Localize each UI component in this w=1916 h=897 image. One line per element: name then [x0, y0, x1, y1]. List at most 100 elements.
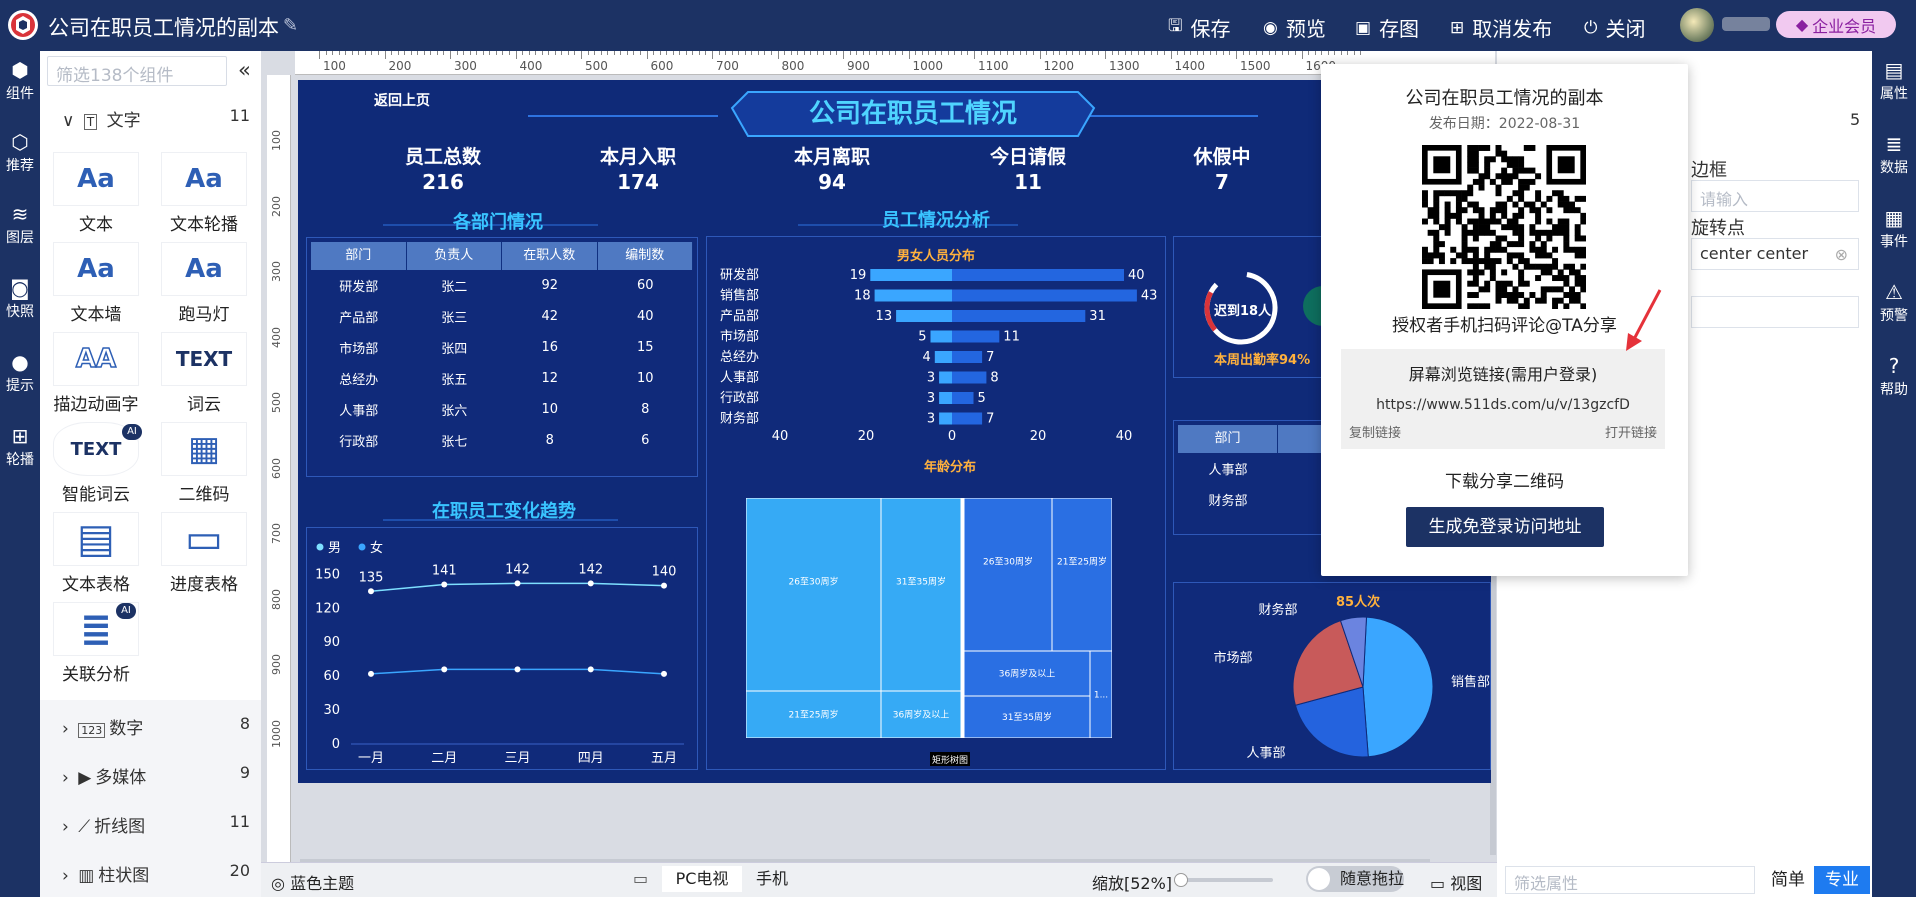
category-number[interactable]: › 123 数字 8 [62, 714, 250, 739]
qr-module [1574, 207, 1581, 214]
share-url[interactable]: https://www.511ds.com/u/v/13gzcfD [1341, 397, 1665, 413]
property-input[interactable] [1691, 296, 1859, 328]
rotate-select[interactable]: center center ⊗ [1691, 238, 1859, 270]
rail-item-recommend[interactable]: ⬡ 推荐 [0, 129, 40, 175]
component-word-cloud[interactable]: TEXT 词云 [158, 332, 250, 415]
save-button[interactable]: 🖫 保存 [1168, 13, 1230, 42]
rail-item-snapshot[interactable]: ◙ 快照 [0, 275, 40, 321]
qr-module [1529, 241, 1536, 248]
zoom-slider[interactable] [1174, 873, 1273, 887]
qr-module [1489, 178, 1496, 185]
download-qrcode-link[interactable]: 下载分享二维码 [1321, 467, 1688, 492]
bar-category-label: 总经办 [720, 350, 759, 365]
qr-module [1512, 263, 1519, 270]
qr-module [1489, 156, 1496, 163]
bar-value-label: 43 [1141, 289, 1158, 304]
qr-module [1512, 167, 1519, 174]
qr-module [1569, 201, 1575, 208]
qr-module [1478, 145, 1485, 151]
rail-item-components[interactable]: ⬢ 组件 [0, 57, 40, 103]
qr-module [1489, 218, 1496, 225]
bar-female [952, 269, 1124, 281]
qr-module [1495, 207, 1502, 214]
qr-module [1546, 218, 1553, 225]
vip-badge[interactable]: ◆ 企业会员 [1776, 11, 1896, 38]
category-media[interactable]: › ▶ 多媒体 9 [62, 763, 250, 788]
simple-mode-button[interactable]: 简单 [1762, 866, 1814, 894]
unpublish-button[interactable]: ⊞ 取消发布 [1450, 13, 1552, 42]
qr-module [1506, 178, 1513, 185]
free-drag-toggle[interactable]: 随意拖拉 [1306, 866, 1404, 892]
qr-module [1472, 303, 1479, 309]
qr-module [1523, 178, 1530, 185]
category-bar-chart[interactable]: › ▥ 柱状图 20 [62, 861, 250, 886]
qr-module [1467, 156, 1474, 163]
treemap-cell [964, 498, 1052, 651]
rail-item-layers[interactable]: ≋ 图层 [0, 201, 40, 247]
treemap-cell-label: 21至25周岁 [1057, 556, 1107, 568]
component-marquee[interactable]: Aa 跑马灯 [158, 242, 250, 325]
tab-pc-tv[interactable]: PC电视 [662, 866, 742, 892]
component-text-carousel[interactable]: Aa 文本轮播 [158, 152, 250, 235]
qr-module [1523, 145, 1530, 151]
qr-module [1472, 229, 1479, 236]
bar-axis-tick: 20 [858, 429, 875, 444]
rail-item-tips[interactable]: ● 提示 [0, 349, 40, 395]
rail-item-properties[interactable]: ▤ 属性 [1872, 57, 1916, 103]
qr-module [1540, 263, 1547, 270]
zoom-slider-handle[interactable] [1174, 873, 1188, 887]
copy-link-button[interactable]: 复制链接 [1349, 422, 1401, 441]
qr-module [1433, 246, 1440, 253]
rail-item-carousel[interactable]: ⊞ 轮播 [0, 423, 40, 469]
open-link-button[interactable]: 打开链接 [1605, 422, 1657, 441]
close-button[interactable]: ⏻ 关闭 [1584, 13, 1645, 42]
red-arrow-annotation [1626, 289, 1662, 351]
rail-item-events[interactable]: ▦ 事件 [1872, 205, 1916, 251]
component-search-input[interactable]: 筛选138个组件 [47, 56, 227, 86]
qr-module [1444, 201, 1451, 208]
component-text-table[interactable]: ▤ 文本表格 [50, 512, 142, 595]
component-progress-table[interactable]: ▭ 进度表格 [158, 512, 250, 595]
rail-item-alarm[interactable]: ⚠ 预警 [1872, 279, 1916, 325]
qr-module [1529, 292, 1536, 298]
text-carousel-icon: Aa [161, 152, 247, 206]
tab-mobile[interactable]: 手机 [742, 866, 802, 892]
back-link[interactable]: 返回上页 [374, 90, 430, 110]
edit-title-icon[interactable]: ✎ [283, 15, 298, 36]
qr-module [1478, 178, 1485, 185]
component-qrcode[interactable]: ▦ 二维码 [158, 422, 250, 505]
qr-module [1478, 184, 1485, 191]
qr-module [1580, 263, 1586, 270]
clear-icon[interactable]: ⊗ [1835, 245, 1848, 264]
border-input[interactable]: 请输入 [1691, 180, 1859, 212]
collapse-panel-icon[interactable]: « [238, 58, 251, 82]
component-stroke-animation[interactable]: AA 描边动画字 [50, 332, 142, 415]
filter-property-input[interactable]: 筛选属性 [1505, 866, 1755, 894]
qr-module [1580, 235, 1586, 242]
top-bar: 公司在职员工情况的副本 ✎ 🖫 保存 ◉ 预览 ▣ 存图 ⊞ 取消发布 ⏻ 关闭 ◆ 企业会… [0, 0, 1916, 51]
avatar[interactable] [1680, 8, 1714, 42]
qr-module [1557, 269, 1564, 276]
qr-module [1495, 145, 1502, 151]
treemap-cell-label: 26至30周岁 [983, 556, 1033, 568]
qr-module [1518, 275, 1525, 282]
save-image-button[interactable]: ▣ 存图 [1355, 13, 1419, 42]
category-text-header[interactable]: ∨ T 文字 11 [62, 106, 250, 131]
qr-module [1461, 235, 1468, 242]
generate-access-url-button[interactable]: 生成免登录访问地址 [1406, 507, 1604, 547]
qr-module [1422, 258, 1428, 265]
preview-button[interactable]: ◉ 预览 [1263, 13, 1326, 42]
pro-mode-button[interactable]: 专业 [1814, 866, 1870, 894]
bar-male [939, 371, 952, 384]
qr-module [1540, 201, 1547, 208]
theme-selector[interactable]: ◎ 蓝色主题 [271, 870, 354, 894]
qr-module [1450, 190, 1457, 197]
component-text[interactable]: Aa 文本 [50, 152, 142, 235]
ruler-tick: 800 [781, 59, 805, 73]
component-text-wall[interactable]: Aa 文本墙 [50, 242, 142, 325]
rail-item-help[interactable]: ? 帮助 [1872, 353, 1916, 399]
bar-category-label: 销售部 [720, 288, 759, 304]
view-button[interactable]: ▭ 视图 [1430, 870, 1482, 894]
category-line-chart[interactable]: › ⟋ 折线图 11 [62, 812, 250, 837]
rail-item-data[interactable]: ≣ 数据 [1872, 131, 1916, 177]
